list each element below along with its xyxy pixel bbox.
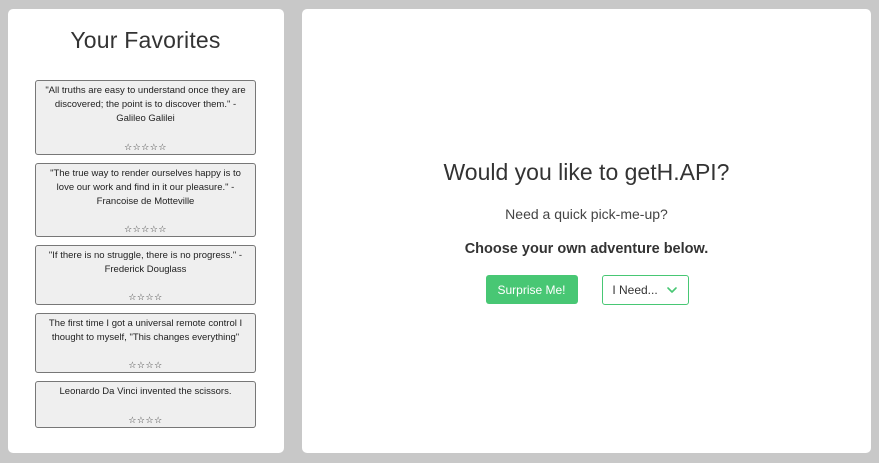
favorite-quote: "All truths are easy to understand once … [45,85,246,124]
star-rating[interactable]: ☆☆☆☆ [36,292,255,302]
main-subheading: Need a quick pick-me-up? [505,206,668,222]
i-need-label: I Need... [612,283,658,297]
i-need-dropdown[interactable]: I Need... [601,275,689,305]
favorite-card[interactable]: "All truths are easy to understand once … [35,80,256,155]
favorite-card[interactable]: The first time I got a universal remote … [35,313,256,373]
star-rating[interactable]: ☆☆☆☆☆ [36,224,255,234]
favorite-card[interactable]: Leonardo Da Vinci invented the scissors.… [35,381,256,428]
star-rating[interactable]: ☆☆☆☆ [36,415,255,425]
favorites-panel: Your Favorites "All truths are easy to u… [8,9,284,453]
favorite-quote: The first time I got a universal remote … [48,318,243,343]
favorite-card[interactable]: "If there is no struggle, there is no pr… [35,245,256,305]
favorite-quote: "If there is no struggle, there is no pr… [48,250,243,275]
favorite-card[interactable]: "The true way to render ourselves happy … [35,163,256,237]
chevron-down-icon [666,284,678,296]
surprise-me-button[interactable]: Surprise Me! [485,275,578,304]
favorites-list: "All truths are easy to understand once … [35,80,256,428]
favorite-quote: "The true way to render ourselves happy … [50,168,241,207]
favorite-quote: Leonardo Da Vinci invented the scissors. [59,386,232,397]
star-rating[interactable]: ☆☆☆☆ [36,360,255,370]
app-root: Your Favorites "All truths are easy to u… [0,0,879,463]
star-rating[interactable]: ☆☆☆☆☆ [36,142,255,152]
main-panel: Would you like to getH.API? Need a quick… [302,9,871,453]
main-heading: Would you like to getH.API? [443,159,730,185]
favorites-title: Your Favorites [70,27,221,53]
action-buttons: Surprise Me! I Need... [302,275,871,305]
adventure-prompt: Choose your own adventure below. [464,241,709,257]
